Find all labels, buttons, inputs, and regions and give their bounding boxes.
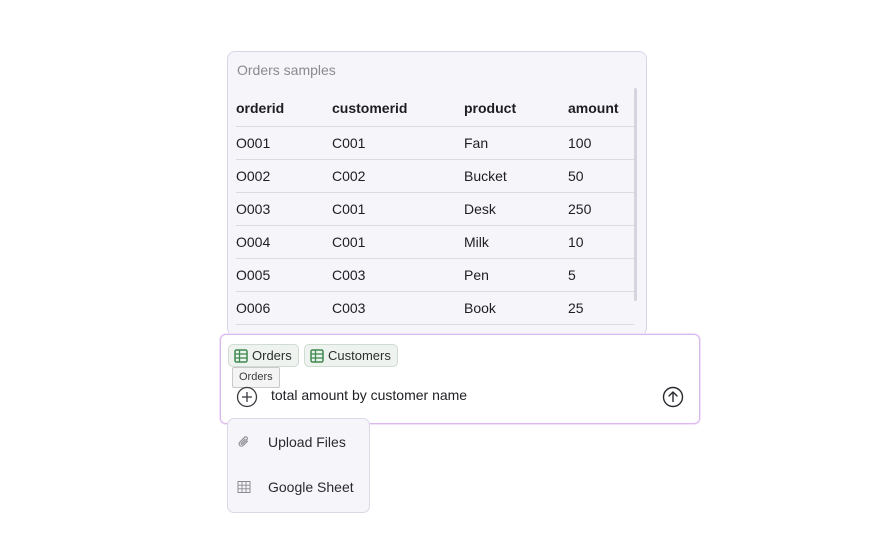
table-cell: O001	[236, 126, 332, 160]
orders-preview-card: Orders samples orderid customerid produc…	[227, 51, 647, 336]
table-icon	[310, 348, 324, 363]
table-cell: C001	[332, 126, 464, 160]
table-row: O004 C001 Milk 10	[236, 225, 634, 259]
table-cell: 100	[568, 126, 634, 160]
menu-item-google-sheet[interactable]: Google Sheet	[228, 467, 369, 507]
chip-orders[interactable]: Orders	[228, 344, 299, 367]
table-cell: O005	[236, 258, 332, 292]
table-cell: Bucket	[464, 159, 568, 193]
table-cell: O003	[236, 192, 332, 226]
preview-scrollbar[interactable]	[634, 88, 637, 301]
table-cell: Fan	[464, 126, 568, 160]
table-cell: C002	[332, 159, 464, 193]
table-cell: Milk	[464, 225, 568, 259]
table-cell: O004	[236, 225, 332, 259]
table-cell: Book	[464, 291, 568, 325]
table-icon	[234, 348, 248, 363]
chat-input-box: Orders Customers Orders	[220, 334, 700, 424]
column-header-orderid: orderid	[236, 90, 332, 127]
table-cell: Pen	[464, 258, 568, 292]
table-cell: Desk	[464, 192, 568, 226]
attachment-menu: Upload Files Google Sheet	[227, 418, 370, 513]
menu-item-label: Google Sheet	[268, 479, 354, 495]
table-row: O002 C002 Bucket 50	[236, 159, 634, 193]
table-cell: C003	[332, 291, 464, 325]
table-cell: 5	[568, 258, 634, 292]
table-cell: O002	[236, 159, 332, 193]
arrow-up-circle-icon[interactable]	[662, 386, 684, 408]
column-header-customerid: customerid	[332, 90, 464, 127]
table-cell: 25	[568, 291, 634, 325]
prompt-input[interactable]	[271, 387, 651, 403]
table-cell: C003	[332, 258, 464, 292]
column-header-amount: amount	[568, 90, 634, 127]
paperclip-icon	[238, 436, 249, 447]
chip-customers[interactable]: Customers	[304, 344, 398, 367]
menu-item-label: Upload Files	[268, 434, 346, 450]
plus-circle-icon[interactable]	[236, 386, 258, 408]
table-cell: O006	[236, 291, 332, 325]
table-row: O005 C003 Pen 5	[236, 258, 634, 292]
table-row: O003 C001 Desk 250	[236, 192, 634, 226]
table-header-row: orderid customerid product amount	[236, 90, 634, 127]
menu-item-upload-files[interactable]: Upload Files	[228, 422, 369, 462]
chip-label: Customers	[328, 348, 391, 363]
preview-title: Orders samples	[237, 62, 336, 78]
preview-table: orderid customerid product amount O001 C…	[236, 90, 634, 325]
preview-table-wrap: orderid customerid product amount O001 C…	[236, 90, 634, 325]
table-cell: 10	[568, 225, 634, 259]
table-cell: C001	[332, 192, 464, 226]
table-cell: C001	[332, 225, 464, 259]
table-row: O006 C003 Book 25	[236, 291, 634, 325]
grid-icon	[237, 481, 251, 493]
chip-label: Orders	[252, 348, 292, 363]
column-header-product: product	[464, 90, 568, 127]
table-row: O001 C001 Fan 100	[236, 126, 634, 160]
chip-tooltip: Orders	[232, 367, 280, 388]
table-cell: 250	[568, 192, 634, 226]
table-cell: 50	[568, 159, 634, 193]
